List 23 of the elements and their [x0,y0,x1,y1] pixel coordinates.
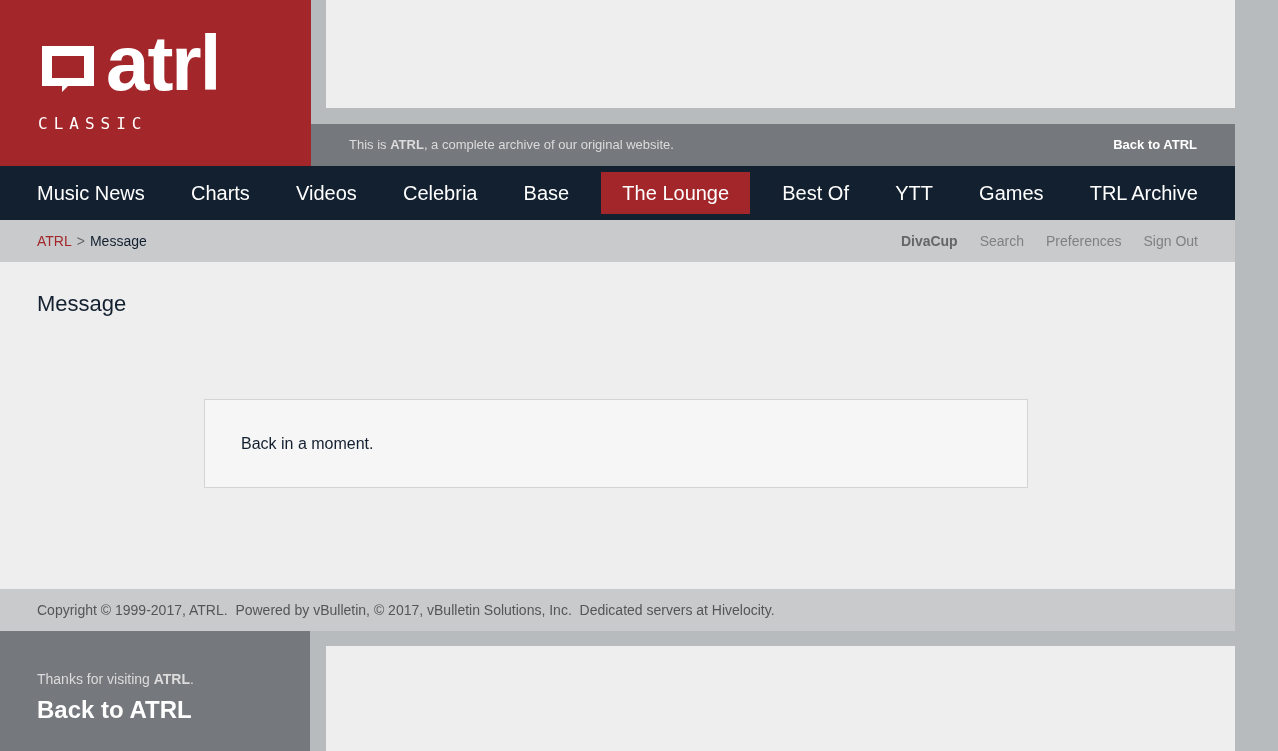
nav-item[interactable]: Celebria [388,172,492,214]
nav-item[interactable]: Music News [23,172,159,214]
page-title: Message [37,290,128,318]
nav-item[interactable]: Charts [176,172,264,214]
back-link[interactable]: Back to ATRL [1113,135,1197,155]
logo[interactable]: atrl CLASSIC [0,0,311,166]
thanks-text: Thanks for visiting ATRL. [37,670,195,689]
nav-item[interactable]: YTT [881,172,947,214]
notice-text: This is ATRL, a complete archive of our original website. [349,136,674,155]
nav-item[interactable]: Base [509,172,584,214]
nav-item[interactable]: The Lounge [601,172,751,214]
logo-subtitle: CLASSIC [38,113,149,135]
nav-item[interactable]: Games [965,172,1058,214]
message-text: Back in a moment. [241,433,374,454]
breadcrumb-link[interactable]: ATRL [37,230,72,252]
copyright-text: Copyright © 1999-2017, ATRL. Powered by vBulletin, © 2017, vBulletin Solutions, Inc. Dedicated servers at Hivelocity. [37,600,775,620]
breadcrumb-current: Message [89,231,147,251]
nav-item[interactable]: Videos [282,172,371,214]
back-link[interactable]: Back to ATRL [37,692,310,728]
nav-item[interactable]: TRL Archive [1075,172,1212,214]
breadcrumb-separator: > [76,231,85,251]
nav-item[interactable]: Best Of [768,172,863,214]
logo-wordmark: atrl [106,28,220,98]
